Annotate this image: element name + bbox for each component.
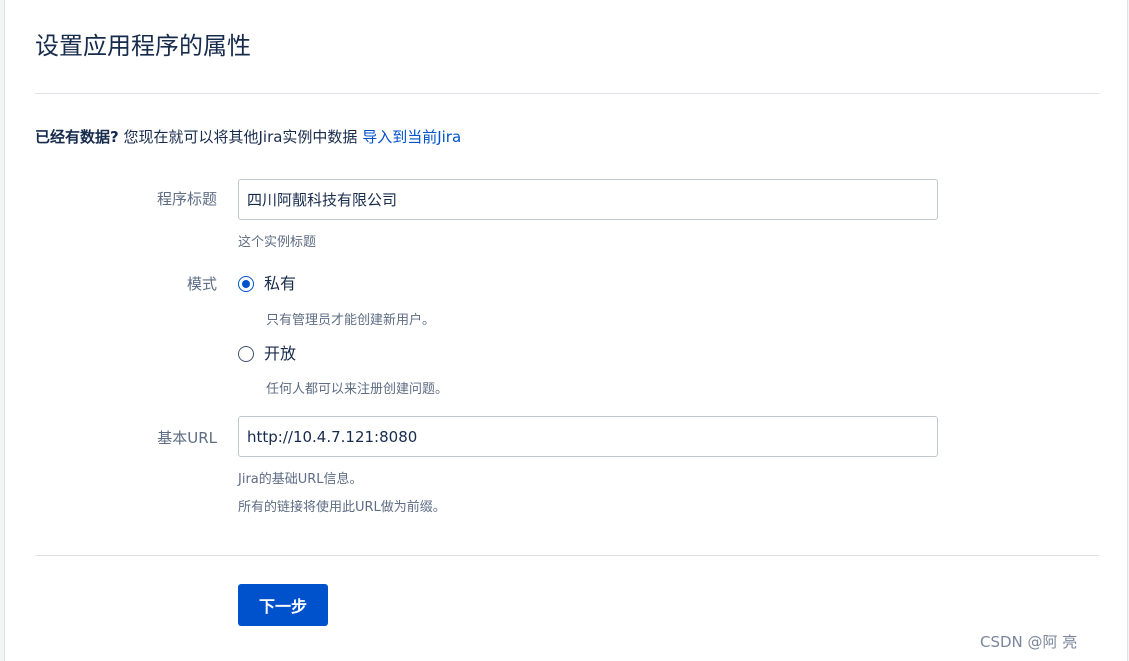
radio-unchecked-icon[interactable] [238,346,254,362]
mode-option-private-description: 只有管理员才能创建新用户。 [266,313,436,328]
mode-option-private[interactable]: 私有 [238,272,296,296]
import-notice: 已经有数据? 您现在就可以将其他Jira实例中数据 导入到当前Jira [35,125,461,149]
base-url-label: 基本URL [157,429,217,447]
import-notice-text: 您现在就可以将其他Jira实例中数据 [118,128,363,146]
import-notice-strong: 已经有数据? [35,128,119,146]
app-title-label: 程序标题 [156,190,217,208]
mode-option-open-description: 任何人都可以来注册创建问题。 [266,382,449,397]
base-url-help-line2: 所有的链接将使用此URL做为前缀。 [238,500,446,515]
base-url-input[interactable] [238,416,938,457]
import-link[interactable]: 导入到当前Jira [362,128,461,146]
mode-option-open-label: 开放 [264,344,297,363]
app-title-help: 这个实例标题 [238,235,317,250]
next-button[interactable]: 下一步 [238,584,328,626]
setup-card: 设置应用程序的属性 已经有数据? 您现在就可以将其他Jira实例中数据 导入到当… [4,0,1128,661]
watermark: CSDN @阿 亮 [980,633,1078,651]
mode-label: 模式 [186,275,217,293]
footer-divider [35,555,1099,556]
mode-option-private-label: 私有 [264,274,297,293]
base-url-help-line1: Jira的基础URL信息。 [238,472,363,487]
mode-option-open[interactable]: 开放 [238,342,296,366]
app-title-input[interactable] [238,179,938,220]
header-divider [35,93,1099,94]
radio-checked-icon[interactable] [238,276,254,292]
page-title: 设置应用程序的属性 [35,32,251,60]
